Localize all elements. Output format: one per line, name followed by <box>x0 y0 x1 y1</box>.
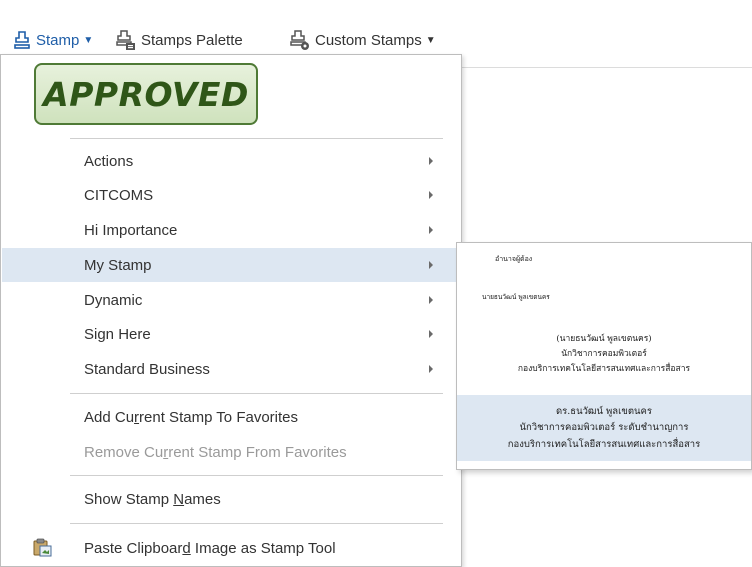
stamp-icon <box>12 30 32 50</box>
chevron-down-icon: ▼ <box>425 34 436 46</box>
stamp-dropdown-button[interactable]: Stamp ▼ <box>12 26 93 54</box>
stamp-text-line: กองบริการเทคโนโลยีสารสนเทศและการสื่อสาร <box>517 364 691 374</box>
menu-item-dynamic[interactable]: Dynamic <box>2 283 460 317</box>
approved-stamp-preview[interactable]: APPROVED <box>34 63 258 125</box>
stamp-text-line: ดร.ธนวัฒน์ พูลเขตนคร <box>556 406 652 417</box>
stamp-dropdown-menu: APPROVED Actions CITCOMS Hi Importance M… <box>0 54 462 567</box>
chevron-down-icon: ▼ <box>83 34 94 46</box>
my-stamp-submenu: อำนาจผู้ต้อง นายธนวัฒน์ พูลเขตนคร (นายธน… <box>456 242 752 470</box>
remove-from-favorites-item: Remove Current Stamp From Favorites <box>2 435 460 469</box>
stamp-text-line: นักวิชาการคอมพิวเตอร์ ระดับชำนาญการ <box>519 422 689 433</box>
clipboard-stamp-icon <box>32 537 54 563</box>
submenu-arrow-icon <box>429 226 433 234</box>
toolbar-divider <box>462 67 752 68</box>
menu-item-label: Remove Current Stamp From Favorites <box>84 443 347 461</box>
menu-item-citcoms[interactable]: CITCOMS <box>2 178 460 212</box>
submenu-arrow-icon <box>429 365 433 373</box>
submenu-arrow-icon <box>429 191 433 199</box>
menu-item-sign-here[interactable]: Sign Here <box>2 317 460 351</box>
menu-item-label: Paste Clipboard Image as Stamp Tool <box>84 539 336 557</box>
menu-item-label: CITCOMS <box>84 186 154 204</box>
stamp-text-line: (นายธนวัฒน์ พูลเขตนคร) <box>556 334 652 344</box>
stamp-label: Stamp <box>36 31 80 49</box>
menu-item-label: My Stamp <box>84 256 152 274</box>
paste-clipboard-stamp-item[interactable]: Paste Clipboard Image as Stamp Tool <box>2 531 460 565</box>
custom-stamps-icon <box>289 29 311 51</box>
menu-item-label: Add Current Stamp To Favorites <box>84 408 299 426</box>
menu-item-label: Standard Business <box>84 360 210 378</box>
menu-item-standard-business[interactable]: Standard Business <box>2 352 460 386</box>
stamps-palette-icon <box>115 29 137 51</box>
menu-item-label: Actions <box>84 152 134 170</box>
menu-divider <box>70 475 443 476</box>
menu-divider <box>70 138 443 139</box>
menu-item-my-stamp[interactable]: My Stamp <box>2 248 460 282</box>
menu-item-label: Hi Importance <box>84 221 178 239</box>
show-stamp-names-item[interactable]: Show Stamp Names <box>2 482 460 516</box>
add-to-favorites-item[interactable]: Add Current Stamp To Favorites <box>2 400 460 434</box>
my-stamp-option-1[interactable]: อำนาจผู้ต้อง <box>457 243 751 277</box>
menu-item-label: Show Stamp Names <box>84 490 221 508</box>
stamp-text-line: นักวิชาการคอมพิวเตอร์ <box>561 349 647 359</box>
custom-stamps-dropdown-button[interactable]: Custom Stamps ▼ <box>289 26 436 54</box>
submenu-arrow-icon <box>429 157 433 165</box>
my-stamp-option-3[interactable]: (นายธนวัฒน์ พูลเขตนคร) นักวิชาการคอมพิวเ… <box>457 321 751 385</box>
submenu-arrow-icon <box>429 261 433 269</box>
stamps-palette-button[interactable]: Stamps Palette <box>115 26 243 54</box>
custom-stamps-label: Custom Stamps <box>315 31 422 49</box>
my-stamp-option-4[interactable]: ดร.ธนวัฒน์ พูลเขตนคร นักวิชาการคอมพิวเตอ… <box>457 395 751 461</box>
menu-item-label: Dynamic <box>84 291 143 309</box>
menu-divider <box>70 393 443 394</box>
stamp-text: นายธนวัฒน์ พูลเขตนคร <box>482 293 550 301</box>
submenu-arrow-icon <box>429 330 433 338</box>
stamp-text-line: กองบริการเทคโนโลยีสารสนเทศและการสื่อสาร <box>507 439 701 450</box>
menu-item-actions[interactable]: Actions <box>2 144 460 178</box>
stamps-palette-label: Stamps Palette <box>141 31 243 49</box>
my-stamp-option-2[interactable]: นายธนวัฒน์ พูลเขตนคร <box>457 283 751 311</box>
menu-item-hi-importance[interactable]: Hi Importance <box>2 213 460 247</box>
menu-divider <box>70 523 443 524</box>
submenu-arrow-icon <box>429 296 433 304</box>
menu-item-label: Sign Here <box>84 325 151 343</box>
stamp-text: อำนาจผู้ต้อง <box>495 255 533 263</box>
